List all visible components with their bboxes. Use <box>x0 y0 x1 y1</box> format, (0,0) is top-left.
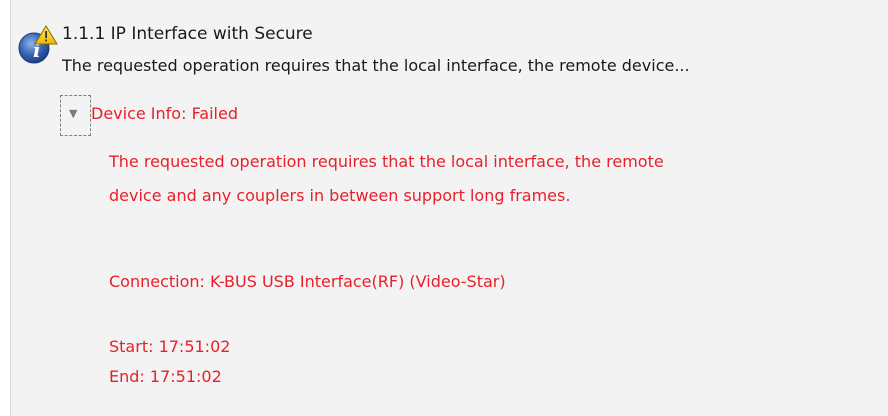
device-info-label[interactable]: Device Info: Failed <box>91 102 238 126</box>
end-time: End: 17:51:02 <box>109 367 222 386</box>
entry-title: 1.1.1 IP Interface with Secure <box>62 24 313 44</box>
device-info-expander[interactable]: ▼ <box>60 95 91 136</box>
chevron-down-icon: ▼ <box>69 107 78 120</box>
info-warning-icon: i <box>13 22 59 68</box>
entry-summary: The requested operation requires that th… <box>62 56 690 75</box>
error-message-line-2: device and any couplers in between suppo… <box>109 186 571 205</box>
connection-info: Connection: K-BUS USB Interface(RF) (Vid… <box>109 272 506 291</box>
error-message-line-1: The requested operation requires that th… <box>109 152 664 171</box>
start-time: Start: 17:51:02 <box>109 337 231 356</box>
